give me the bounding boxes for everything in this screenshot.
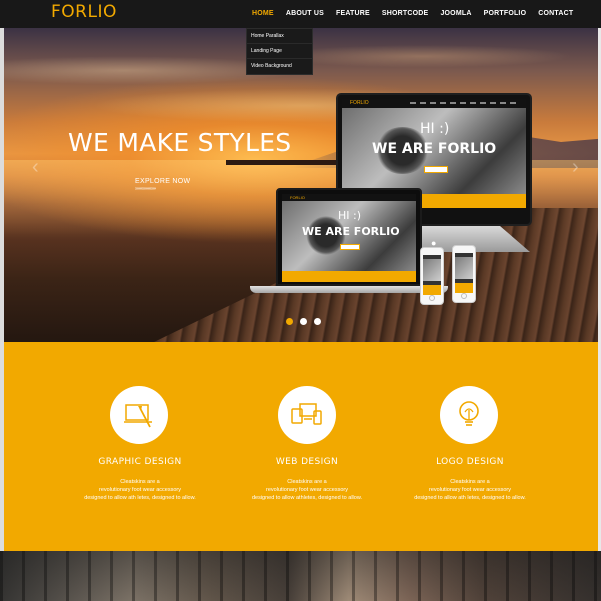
service-title: LOGO DESIGN	[436, 457, 504, 467]
monitor-mini-navbar: FORLIO	[342, 99, 526, 108]
nav-item-shortcode[interactable]: SHORTCODE	[376, 0, 435, 28]
monitor-mini-links	[409, 102, 520, 104]
laptop-mini-logo: FORLIO	[290, 195, 305, 200]
monitor-mini-logo: FORLIO	[350, 100, 369, 106]
phone-home-button-icon	[461, 293, 467, 299]
phone-right-screen	[455, 253, 473, 293]
site-logo[interactable]: FORLIO	[51, 2, 117, 22]
top-navbar: FORLIO HOME ABOUT US FEATURE SHORTCODE J…	[0, 0, 601, 28]
laptop-title-text: WE ARE FORLIO	[302, 225, 400, 238]
slider-pagination	[286, 318, 321, 325]
laptop-mini-navbar: FORLIO	[282, 194, 416, 201]
slider-next-icon[interactable]: ›	[572, 156, 584, 178]
dropdown-item-landing-page[interactable]: Landing Page	[247, 44, 312, 59]
monitor-title-text: WE ARE FORLIO	[372, 141, 497, 157]
dropdown-item-video-background[interactable]: Video Background	[247, 59, 312, 74]
laptop-screen: FORLIO HI :) WE ARE FORLIO	[282, 194, 416, 282]
laptop-mini-button	[340, 244, 360, 250]
home-dropdown-menu: Home Parallax Landing Page Video Backgro…	[246, 28, 313, 75]
nav-item-contact[interactable]: CONTACT	[532, 0, 579, 28]
dropdown-item-home-parallax[interactable]: Home Parallax	[247, 29, 312, 44]
phone-left	[420, 247, 444, 305]
nav-item-about-us[interactable]: ABOUT US	[280, 0, 330, 28]
logo-design-icon	[440, 386, 498, 444]
service-description-line: Cleatskins are a	[450, 479, 490, 485]
hero-pier	[226, 160, 346, 165]
graphic-design-icon	[110, 386, 168, 444]
laptop-mini-accent-bar	[282, 271, 416, 282]
explore-arrows: »»»»»»»»»	[135, 186, 156, 192]
service-description-line: designed to allow ath letes, designed to…	[414, 495, 526, 501]
phone-home-button-icon	[429, 295, 435, 301]
slider-dot-2[interactable]	[300, 318, 307, 325]
laptop-hi-text: HI :)	[338, 209, 362, 222]
monitor-mini-button	[424, 166, 448, 173]
service-logo-design: LOGO DESIGN Cleatskins are a revolutiona…	[370, 342, 570, 551]
laptop: FORLIO HI :) WE ARE FORLIO	[276, 188, 422, 286]
web-design-icon	[278, 386, 336, 444]
services-section: GRAPHIC DESIGN Cleatskins are a revoluti…	[4, 342, 601, 551]
monitor-hi-text: HI :)	[420, 121, 450, 137]
slider-dot-1[interactable]	[286, 318, 293, 325]
hero-heading: WE MAKE STYLES	[68, 128, 292, 157]
nav-item-home[interactable]: HOME	[246, 0, 280, 28]
explore-now-link[interactable]: EXPLORE NOW	[135, 178, 190, 185]
phone-right	[452, 245, 476, 303]
laptop-base	[250, 286, 448, 293]
slider-prev-icon[interactable]: ‹	[32, 156, 44, 178]
page-left-edge	[0, 28, 4, 551]
service-description-line: revolutionary foot wear accessory	[429, 487, 511, 493]
street-photo-section	[0, 551, 601, 601]
slider-dot-3[interactable]	[314, 318, 321, 325]
service-description: Cleatskins are a revolutionary foot wear…	[370, 478, 570, 502]
phone-left-screen	[423, 255, 441, 295]
main-nav: HOME ABOUT US FEATURE SHORTCODE JOOMLA P…	[246, 0, 579, 28]
nav-item-feature[interactable]: FEATURE	[330, 0, 376, 28]
nav-item-joomla[interactable]: JOOMLA	[434, 0, 477, 28]
nav-item-portfolio[interactable]: PORTFOLIO	[478, 0, 533, 28]
